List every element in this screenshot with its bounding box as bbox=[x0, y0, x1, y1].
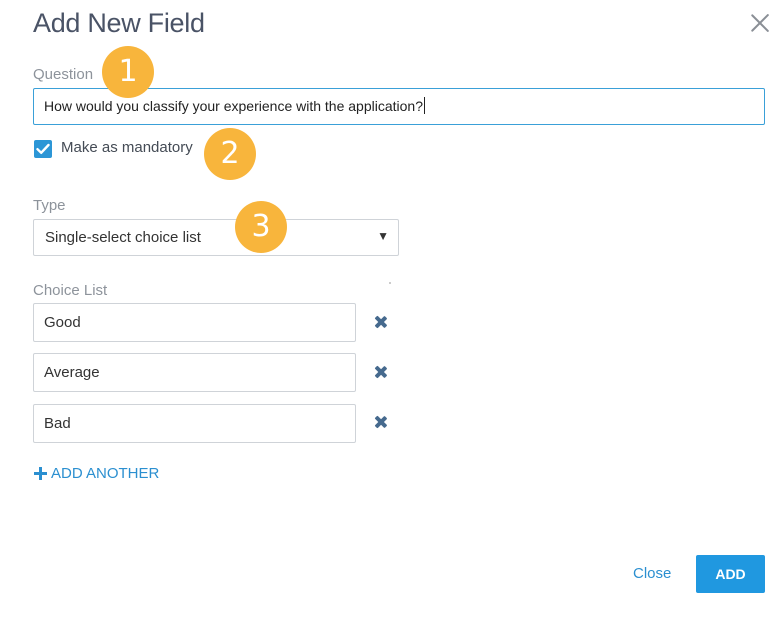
question-value: How would you classify your experience w… bbox=[44, 98, 423, 114]
add-another-label: ADD ANOTHER bbox=[51, 465, 160, 482]
annotation-badge-1: 1 bbox=[102, 46, 154, 98]
add-field-dialog: Add New Field Question How would you cla… bbox=[0, 0, 783, 619]
choice-input-bad[interactable]: Bad bbox=[33, 404, 356, 443]
annotation-badge-3: 3 bbox=[235, 201, 287, 253]
dialog-title: Add New Field bbox=[33, 8, 205, 38]
question-label: Question bbox=[33, 66, 94, 83]
choice-input-good[interactable]: Good bbox=[33, 303, 356, 342]
checkmark-icon bbox=[36, 143, 50, 154]
choice-list-label: Choice List bbox=[33, 282, 108, 299]
mandatory-label: Make as mandatory bbox=[61, 139, 193, 156]
remove-choice-average-icon[interactable] bbox=[372, 363, 390, 381]
text-caret bbox=[423, 97, 425, 114]
choice-input-average[interactable]: Average bbox=[33, 353, 356, 392]
remove-choice-good-icon[interactable] bbox=[372, 313, 390, 331]
type-label: Type bbox=[33, 197, 66, 214]
annotation-badge-2: 2 bbox=[204, 128, 256, 180]
add-button[interactable]: ADD bbox=[696, 555, 765, 593]
type-selected-value: Single-select choice list bbox=[45, 229, 201, 246]
add-another-button[interactable]: ADD ANOTHER bbox=[34, 465, 159, 482]
question-input[interactable]: How would you classify your experience w… bbox=[33, 88, 765, 125]
divider-dot bbox=[389, 282, 391, 284]
remove-choice-bad-icon[interactable] bbox=[372, 413, 390, 431]
plus-icon bbox=[34, 467, 47, 480]
type-select[interactable]: Single-select choice list ▼ bbox=[33, 219, 399, 256]
mandatory-checkbox[interactable] bbox=[34, 140, 52, 158]
close-icon[interactable] bbox=[749, 12, 771, 34]
dropdown-arrow-icon: ▼ bbox=[377, 229, 389, 243]
close-button[interactable]: Close bbox=[633, 565, 671, 582]
